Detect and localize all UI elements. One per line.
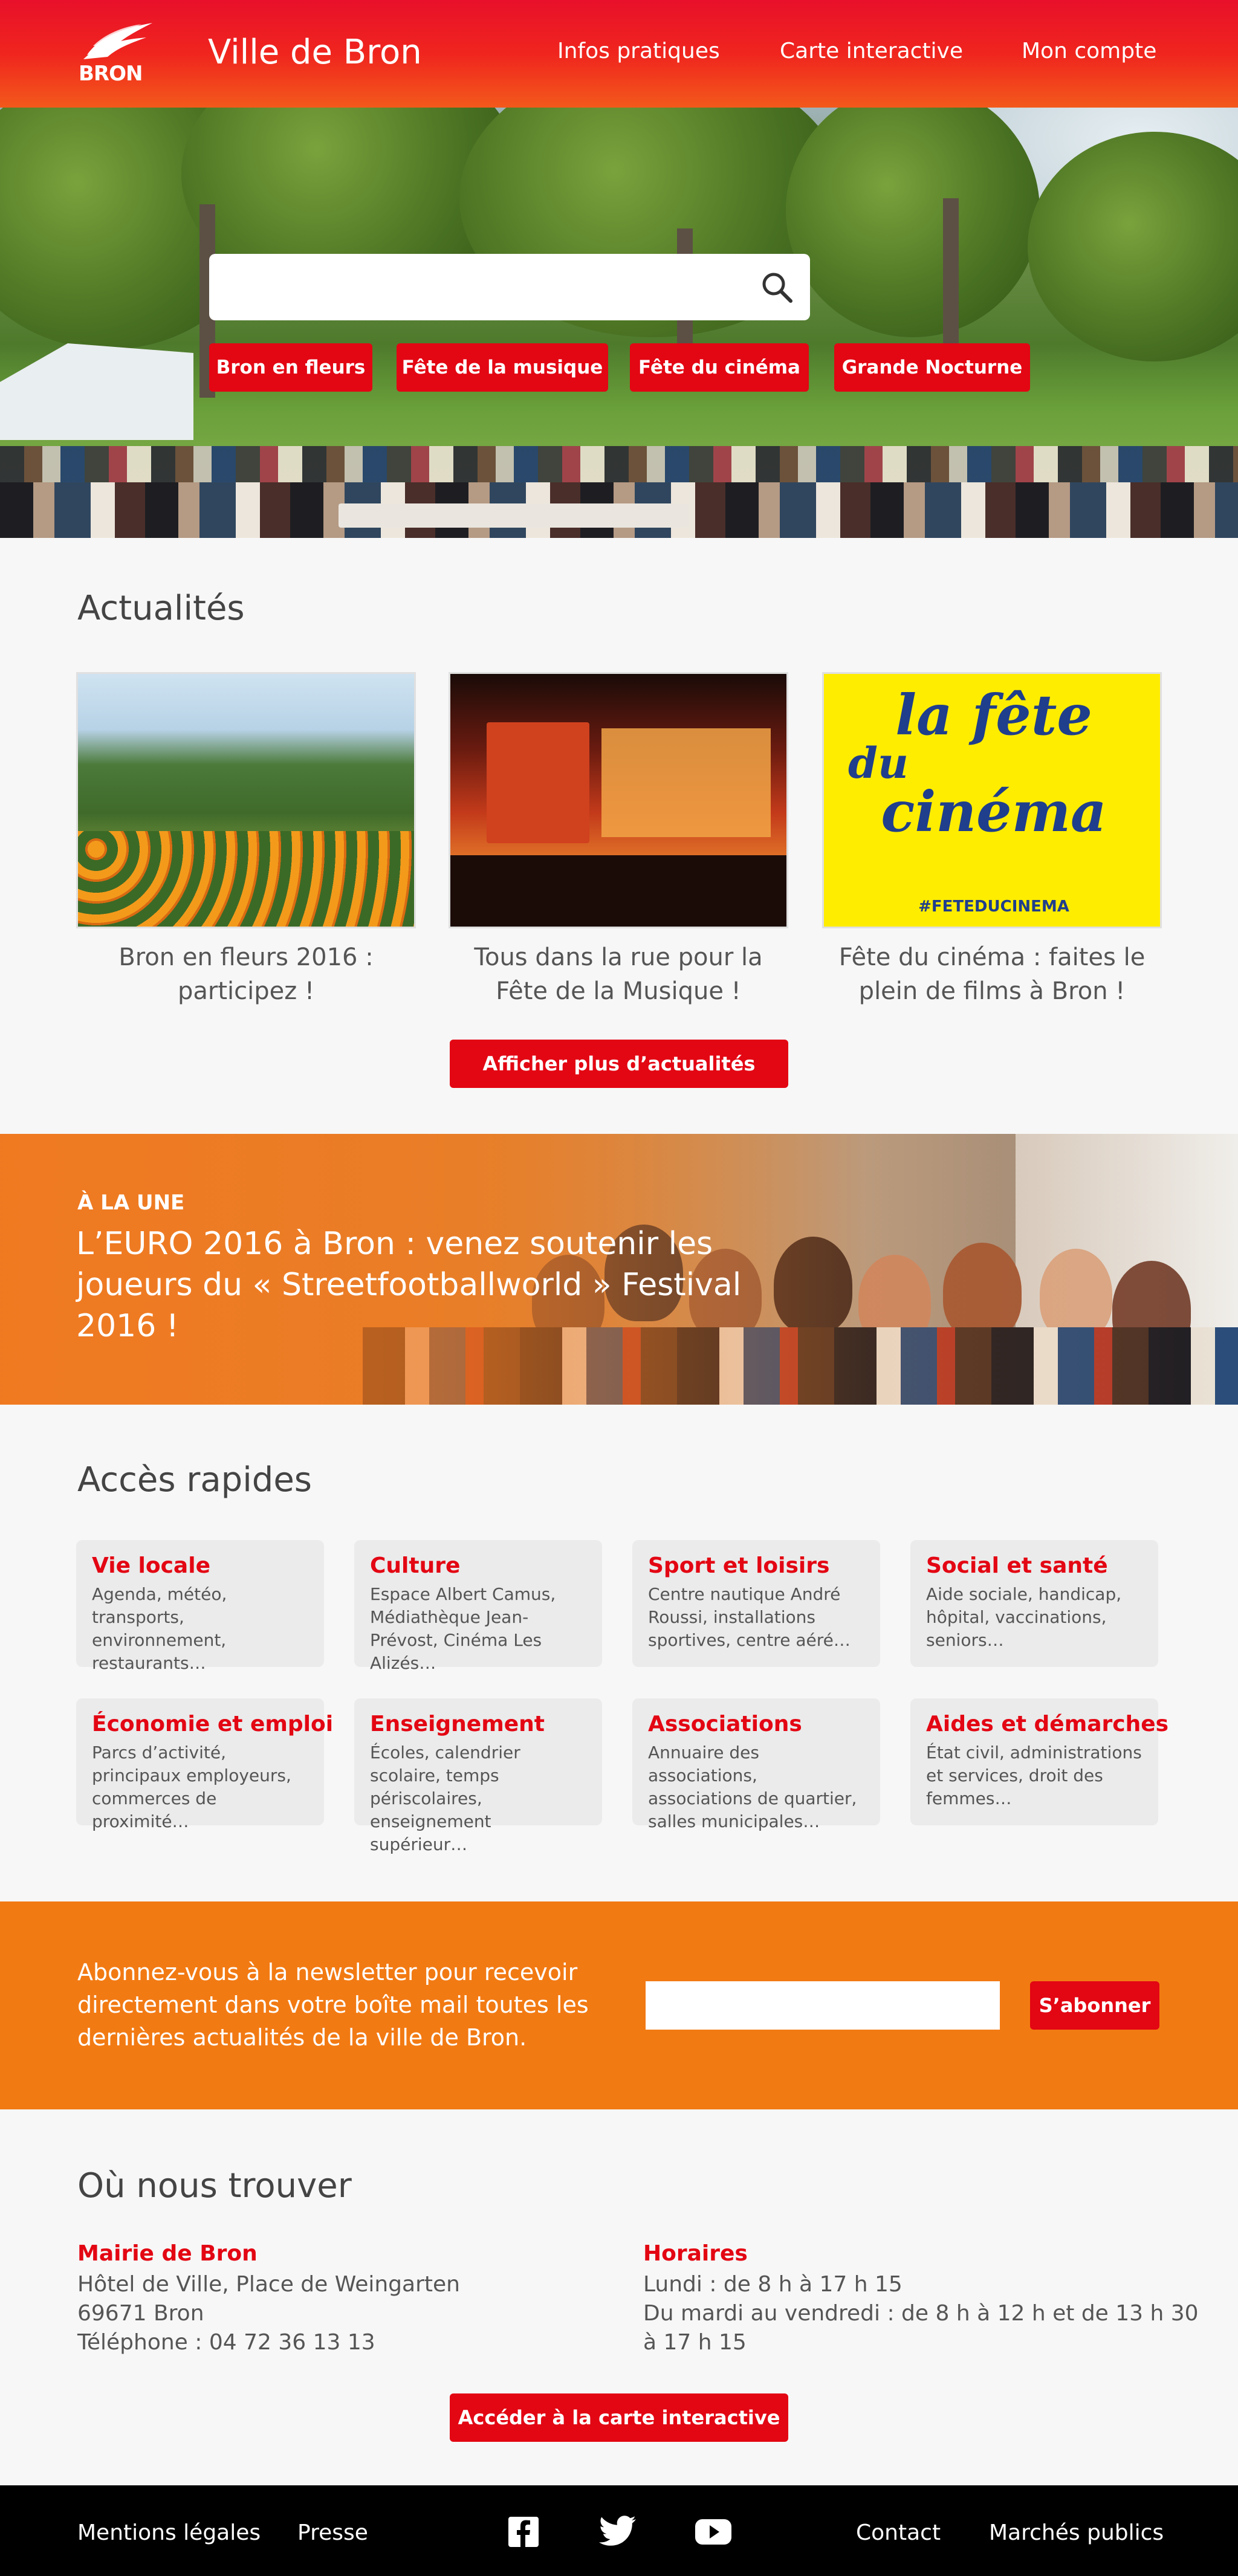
footer-link-mentions[interactable]: Mentions légales xyxy=(77,2520,261,2545)
card-title[interactable]: Aides et démarches xyxy=(926,1712,1168,1736)
nav-mon-compte[interactable]: Mon compte xyxy=(1022,39,1156,63)
site-header: BRON Ville de Bron Infos pratiques Carte… xyxy=(0,0,1238,108)
news-image-cinema[interactable]: la fête du cinéma #FETEDUCINEMA xyxy=(822,672,1162,928)
quick-card-social[interactable]: Social et santé Aide sociale, handicap, … xyxy=(910,1540,1158,1667)
footer-link-marches-publics[interactable]: Marchés publics xyxy=(989,2520,1164,2545)
card-desc: Écoles, calendrier scolaire, temps péris… xyxy=(370,1743,520,1854)
poster-hashtag: #FETEDUCINEMA xyxy=(918,898,1069,916)
tag-fete-de-la-musique[interactable]: Fête de la musique xyxy=(397,343,608,392)
quick-card-sport[interactable]: Sport et loisirs Centre nautique André R… xyxy=(632,1540,880,1667)
quick-card-aides[interactable]: Aides et démarches État civil, administr… xyxy=(910,1698,1168,1825)
card-desc: Centre nautique André Roussi, installati… xyxy=(648,1584,851,1650)
site-title[interactable]: Ville de Bron xyxy=(208,33,422,72)
search-input[interactable] xyxy=(221,266,741,308)
quick-card-enseignement[interactable]: Enseignement Écoles, calendrier scolaire… xyxy=(354,1698,602,1854)
nav-infos-pratiques[interactable]: Infos pratiques xyxy=(557,39,720,63)
quick-access-title: Accès rapides xyxy=(77,1460,312,1500)
news-image-flowers[interactable] xyxy=(76,672,416,928)
hours-line: Du mardi au vendredi : de 8 h à 12 h et … xyxy=(643,2301,1199,2326)
tag-fete-du-cinema[interactable]: Fête du cinéma xyxy=(630,343,809,392)
poster-line1: la fête xyxy=(895,682,1092,748)
caption-line[interactable]: Fête de la Musique ! xyxy=(449,974,788,1008)
logo-text: BRON xyxy=(79,62,143,86)
quick-card-culture[interactable]: Culture Espace Albert Camus, Médiathèque… xyxy=(354,1540,602,1673)
card-title[interactable]: Économie et emploi xyxy=(92,1712,333,1736)
card-title[interactable]: Enseignement xyxy=(370,1712,586,1736)
card-title[interactable]: Sport et loisirs xyxy=(648,1553,864,1578)
hours-line: à 17 h 15 xyxy=(643,2330,747,2355)
footer-link-contact[interactable]: Contact xyxy=(856,2520,941,2545)
caption-line[interactable]: participez ! xyxy=(76,974,416,1008)
facebook-icon[interactable] xyxy=(504,2516,543,2548)
news-title: Actualités xyxy=(77,589,245,628)
quick-card-economie[interactable]: Économie et emploi Parcs d’activité, pri… xyxy=(76,1698,333,1831)
logo-flame-icon xyxy=(83,23,152,59)
poster-text: la fête du cinéma xyxy=(824,682,1160,844)
hours-line: Lundi : de 8 h à 17 h 15 xyxy=(643,2272,903,2297)
caption-line[interactable]: Fête du cinéma : faites le xyxy=(822,940,1162,974)
flowers-bed xyxy=(78,831,414,927)
hero-tent xyxy=(0,343,193,440)
hero-banner xyxy=(0,108,1238,538)
quick-card-vie-locale[interactable]: Vie locale Agenda, météo, transports, en… xyxy=(76,1540,324,1673)
card-desc: Annuaire des associations, associations … xyxy=(648,1743,857,1831)
hero-tree xyxy=(786,108,1040,337)
caption-line[interactable]: Bron en fleurs 2016 : xyxy=(76,940,416,974)
footer-link-presse[interactable]: Presse xyxy=(297,2520,368,2545)
stage-curtain xyxy=(487,722,589,843)
card-desc: État civil, administrations et services,… xyxy=(926,1743,1142,1808)
hours-title: Horaires xyxy=(643,2241,748,2266)
youtube-icon[interactable] xyxy=(694,2516,733,2548)
search-icon[interactable] xyxy=(759,270,794,305)
location-title: Où nous trouver xyxy=(77,2166,352,2205)
nav-carte-interactive[interactable]: Carte interactive xyxy=(780,39,963,63)
poster-line2: du xyxy=(848,738,909,788)
card-desc: Espace Albert Camus, Médiathèque Jean-Pr… xyxy=(370,1584,556,1673)
nav-link[interactable]: Infos pratiques xyxy=(557,39,720,63)
logo[interactable]: BRON xyxy=(75,22,160,88)
news-caption[interactable]: Tous dans la rue pour la Fête de la Musi… xyxy=(449,940,788,1008)
featured-kicker: À LA UNE xyxy=(77,1191,185,1215)
caption-line[interactable]: plein de films à Bron ! xyxy=(822,974,1162,1008)
mairie-address: Hôtel de Ville, Place de Weingarten xyxy=(77,2272,460,2297)
card-title[interactable]: Culture xyxy=(370,1553,586,1578)
mairie-title: Mairie de Bron xyxy=(77,2241,258,2266)
newsletter-text: Abonnez-vous à la newsletter pour recevo… xyxy=(77,1959,589,2051)
quick-card-associations[interactable]: Associations Annuaire des associations, … xyxy=(632,1698,880,1831)
card-desc: Agenda, météo, transports, environnement… xyxy=(92,1584,227,1673)
card-title[interactable]: Associations xyxy=(648,1712,864,1736)
audience xyxy=(450,855,786,927)
news-caption[interactable]: Bron en fleurs 2016 : participez ! xyxy=(76,940,416,1008)
card-desc: Aide sociale, handicap, hôpital, vaccina… xyxy=(926,1584,1122,1650)
tag-bron-en-fleurs[interactable]: Bron en fleurs xyxy=(209,343,372,392)
twitter-icon[interactable] xyxy=(598,2516,637,2548)
newsletter-email-input[interactable] xyxy=(646,1981,1000,2030)
map-button[interactable]: Accéder à la carte interactive xyxy=(450,2393,788,2442)
caption-line[interactable]: Tous dans la rue pour la xyxy=(449,940,788,974)
subscribe-button[interactable]: S’abonner xyxy=(1030,1981,1159,2030)
poster-line3: cinéma xyxy=(881,779,1107,844)
search-box[interactable] xyxy=(209,254,810,320)
more-news-button[interactable]: Afficher plus d’actualités xyxy=(450,1040,788,1088)
news-caption[interactable]: Fête du cinéma : faites le plein de film… xyxy=(822,940,1162,1008)
tag-grande-nocturne[interactable]: Grande Nocturne xyxy=(834,343,1030,392)
news-image-music[interactable] xyxy=(449,672,788,928)
mairie-city: 69671 Bron xyxy=(77,2301,204,2326)
mairie-phone[interactable]: Téléphone : 04 72 36 13 13 xyxy=(77,2328,375,2357)
card-desc: Parcs d’activité, principaux employeurs,… xyxy=(92,1743,291,1831)
card-title[interactable]: Social et santé xyxy=(926,1553,1142,1578)
hero-picnic-table xyxy=(339,503,689,528)
nav-link[interactable]: Mon compte xyxy=(1022,39,1156,63)
stage-light xyxy=(601,728,771,837)
card-title[interactable]: Vie locale xyxy=(92,1553,308,1578)
featured-title[interactable]: L’EURO 2016 à Bron : venez soutenir les … xyxy=(76,1223,777,1347)
nav-link[interactable]: Carte interactive xyxy=(780,39,963,63)
